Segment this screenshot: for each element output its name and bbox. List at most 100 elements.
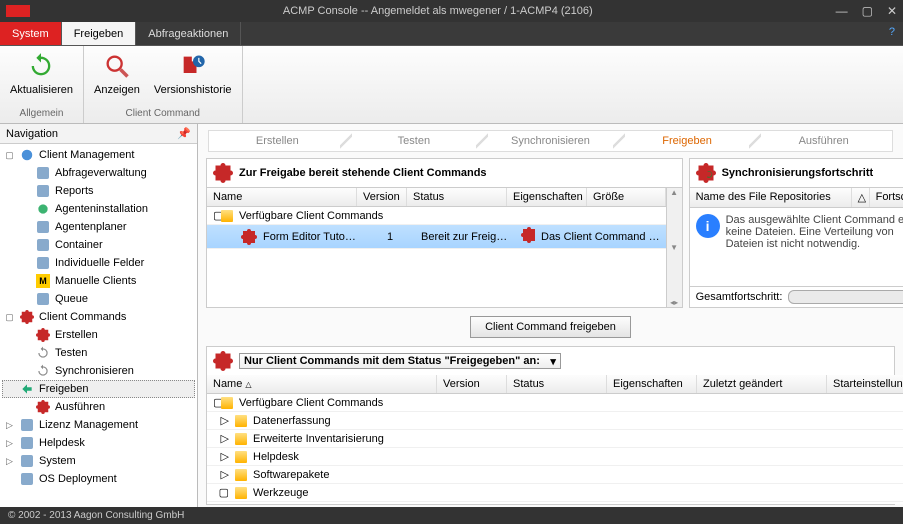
released-group-row[interactable]: ▢Verfügbare Client Commands [207, 394, 903, 412]
refresh-icon [25, 50, 57, 82]
expander-icon[interactable]: ▷ [4, 420, 15, 431]
puzzle-icon [19, 309, 35, 325]
pending-grid-header: Name Version Status Eigenschaften Größe [207, 188, 666, 207]
nav-item-label: Agentenplaner [55, 221, 127, 233]
pending-row-selected[interactable]: Form Editor Tutorial 1 Bereit zur Freiga… [207, 225, 666, 249]
sync-header: Synchronisierungsfortschritt [690, 159, 903, 188]
nav-item-testen[interactable]: Testen [2, 344, 195, 362]
close-button[interactable]: ✕ [887, 4, 897, 18]
released-row[interactable]: ▷Datenerfassung [207, 412, 903, 430]
nav-item-label: Queue [55, 293, 88, 305]
step-ausführen[interactable]: Ausführen [755, 131, 892, 151]
released-row[interactable]: ▢Werkzeuge [207, 484, 903, 502]
menu-freigeben[interactable]: Freigeben [62, 22, 137, 45]
row-name: Erweiterte Inventarisierung [247, 431, 390, 447]
nav-item-client-commands[interactable]: ▢Client Commands [2, 308, 195, 326]
nav-item-abfrageverwaltung[interactable]: Abfrageverwaltung [2, 164, 195, 182]
nav-item-erstellen[interactable]: Erstellen [2, 326, 195, 344]
col-status[interactable]: Status [407, 188, 507, 206]
release-command-button[interactable]: Client Command freigeben [470, 316, 631, 338]
rel-col-eigenschaften[interactable]: Eigenschaften [607, 375, 697, 393]
chart-icon [35, 183, 51, 199]
folder-icon [235, 415, 247, 427]
status-filter-select[interactable]: Nur Client Commands mit dem Status "Frei… [239, 353, 561, 369]
nav-item-lizenz-management[interactable]: ▷Lizenz Management [2, 416, 195, 434]
rel-col-date[interactable]: Zuletzt geändert [697, 375, 827, 393]
nav-item-label: Manuelle Clients [55, 275, 136, 287]
scrollbar[interactable]: ▲▼◂▸ [666, 188, 682, 307]
col-groesse[interactable]: Größe [587, 188, 666, 206]
sync-col-name[interactable]: Name des File Repositories [690, 188, 852, 207]
puzzle-icon [35, 399, 51, 415]
group-label: Verfügbare Client Commands [233, 395, 389, 411]
expander-icon[interactable]: ▢ [4, 312, 15, 323]
rel-col-start[interactable]: Starteinstellungen [827, 375, 903, 393]
navigation-title: Navigation [6, 128, 58, 140]
released-row[interactable]: Adobe Reader Installation1Freigegeben ☰0… [207, 502, 903, 504]
help-icon[interactable]: ? [881, 22, 903, 45]
step-freigeben[interactable]: Freigeben [619, 131, 756, 151]
total-progress-row: Gesamtfortschritt: [690, 286, 903, 307]
nav-item-agentenplaner[interactable]: Agentenplaner [2, 218, 195, 236]
puzzle-icon [35, 327, 51, 343]
col-eigenschaften[interactable]: Eigenschaften [507, 188, 587, 206]
step-testen[interactable]: Testen [346, 131, 483, 151]
step-synchronisieren[interactable]: Synchronisieren [482, 131, 619, 151]
rel-col-name[interactable]: Name △ [207, 375, 437, 393]
nav-item-label: OS Deployment [39, 473, 117, 485]
menu-abfrageaktionen[interactable]: Abfrageaktionen [136, 22, 241, 45]
nav-item-system[interactable]: ▷System [2, 452, 195, 470]
released-row[interactable]: ▷Softwarepakete [207, 466, 903, 484]
nav-item-os-deployment[interactable]: OS Deployment [2, 470, 195, 488]
globe-icon [19, 147, 35, 163]
released-row[interactable]: ▷Erweiterte Inventarisierung [207, 430, 903, 448]
info-icon: i [696, 214, 720, 238]
nav-item-reports[interactable]: Reports [2, 182, 195, 200]
col-name[interactable]: Name [207, 188, 357, 206]
refresh-button[interactable]: Aktualisieren [6, 48, 77, 98]
maximize-button[interactable]: ▢ [862, 4, 873, 18]
released-row[interactable]: ▷Helpdesk [207, 448, 903, 466]
sort-icon[interactable]: △ [852, 188, 870, 207]
nav-item-client-management[interactable]: ▢Client Management [2, 146, 195, 164]
nav-item-label: Reports [55, 185, 94, 197]
expander-icon[interactable]: ▷ [4, 438, 15, 449]
folder-icon [235, 487, 247, 499]
nav-item-freigeben[interactable]: Freigeben [2, 380, 195, 398]
titlebar: ACMP Console -- Angemeldet als mwegener … [0, 0, 903, 22]
nav-item-ausführen[interactable]: Ausführen [2, 398, 195, 416]
nav-item-individuelle-felder[interactable]: Individuelle Felder [2, 254, 195, 272]
nav-item-container[interactable]: Container [2, 236, 195, 254]
pin-icon[interactable]: 📌 [177, 127, 191, 140]
nav-item-label: Erstellen [55, 329, 98, 341]
ribbon: Aktualisieren Allgemein Anzeigen Version… [0, 46, 903, 124]
rel-col-status[interactable]: Status [507, 375, 607, 393]
nav-item-agenteninstallation[interactable]: Agenteninstallation [2, 200, 195, 218]
refresh-label: Aktualisieren [10, 84, 73, 96]
view-label: Anzeigen [94, 84, 140, 96]
menu-system[interactable]: System [0, 22, 62, 45]
nav-item-queue[interactable]: Queue [2, 290, 195, 308]
folder-icon [221, 397, 233, 409]
expander-icon[interactable]: ▷ [4, 456, 15, 467]
nav-item-synchronisieren[interactable]: Synchronisieren [2, 362, 195, 380]
sync-info: i Das ausgewählte Client Command enthält… [690, 208, 903, 256]
step-erstellen[interactable]: Erstellen [209, 131, 346, 151]
minimize-button[interactable]: — [836, 4, 848, 18]
view-button[interactable]: Anzeigen [90, 48, 144, 98]
main-content: ErstellenTestenSynchronisierenFreigebenA… [198, 124, 903, 507]
expander-icon[interactable]: ▢ [4, 150, 15, 161]
history-button[interactable]: Versionshistorie [150, 48, 236, 98]
sync-grid-header: Name des File Repositories △ Fortschritt [690, 188, 903, 208]
nav-item-helpdesk[interactable]: ▷Helpdesk [2, 434, 195, 452]
queue-icon [35, 291, 51, 307]
pending-group-row[interactable]: ▢ Verfügbare Client Commands [207, 207, 666, 225]
row-props: ☰ [609, 502, 699, 504]
puzzle-icon [521, 227, 535, 243]
col-version[interactable]: Version [357, 188, 407, 206]
rel-col-version[interactable]: Version [437, 375, 507, 393]
nav-item-manuelle-clients[interactable]: MManuelle Clients [2, 272, 195, 290]
status-bar: © 2002 - 2013 Aagon Consulting GmbH [0, 507, 903, 524]
cal-icon [35, 255, 51, 271]
sync-col-progress[interactable]: Fortschritt [870, 188, 903, 207]
